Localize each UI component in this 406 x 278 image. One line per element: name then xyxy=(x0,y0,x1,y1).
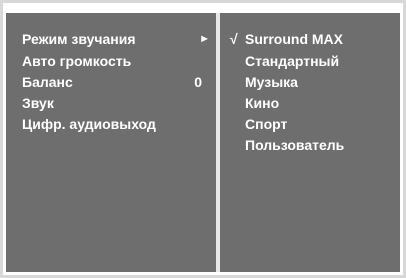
submenu-option-standard[interactable]: Стандартный xyxy=(230,53,339,70)
submenu-option-label: Кино xyxy=(245,95,280,111)
balance-value: 0 xyxy=(194,74,202,90)
submenu-option-label: Пользователь xyxy=(245,137,345,153)
audio-menu-osd: Режим звучания ► Авто громкость Баланс 0… xyxy=(0,0,406,278)
check-mark-icon: √ xyxy=(230,31,238,47)
submenu-option-label: Surround MAX xyxy=(245,31,343,47)
submenu-option-label: Спорт xyxy=(245,116,288,132)
submenu-option-user[interactable]: Пользователь xyxy=(230,137,344,154)
sound-mode-submenu: √ Surround MAX Стандартный Музыка Кино Сп… xyxy=(220,13,400,272)
menu-item-label: Режим звучания xyxy=(22,31,136,47)
menu-item-label: Цифр. аудиовыход xyxy=(22,116,156,132)
submenu-option-label: Стандартный xyxy=(245,53,340,69)
menu-item-label: Баланс xyxy=(22,74,73,90)
submenu-option-surround-max[interactable]: √ Surround MAX xyxy=(230,31,343,48)
main-menu-panel: Режим звучания ► Авто громкость Баланс 0… xyxy=(6,13,216,272)
submenu-option-sport[interactable]: Спорт xyxy=(230,116,287,133)
submenu-option-label: Музыка xyxy=(245,74,298,90)
menu-item-label: Звук xyxy=(22,95,54,111)
submenu-arrow-icon: ► xyxy=(199,33,210,45)
submenu-option-music[interactable]: Музыка xyxy=(230,74,298,91)
submenu-option-movie[interactable]: Кино xyxy=(230,95,279,112)
menu-item-label: Авто громкость xyxy=(22,53,132,69)
